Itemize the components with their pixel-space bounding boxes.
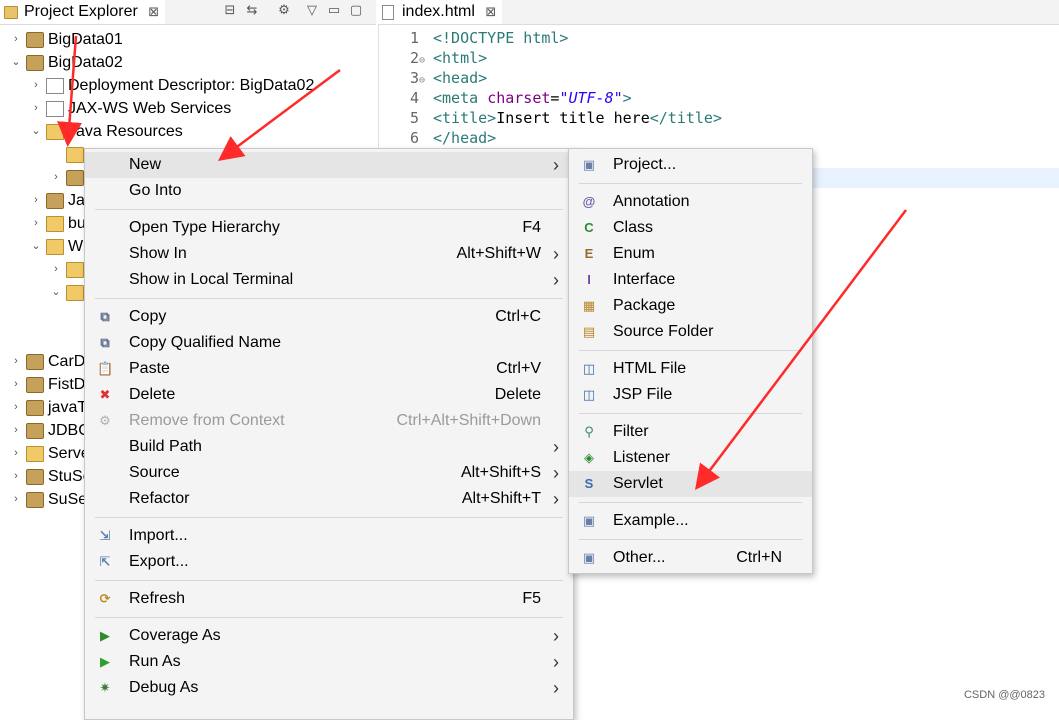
arrow-to-servlet (694, 209, 907, 490)
arrow-to-new (217, 68, 341, 161)
arrow-to-package (57, 35, 82, 147)
watermark: CSDN @@0823 (963, 689, 1045, 701)
annotation-arrows (57, 35, 907, 490)
